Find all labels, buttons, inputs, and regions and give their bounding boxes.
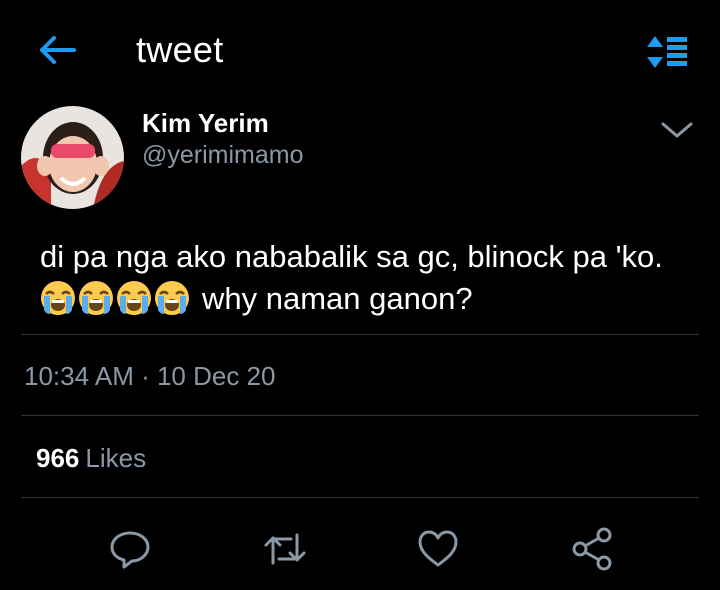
share-button[interactable] xyxy=(568,525,616,573)
share-icon xyxy=(572,527,612,571)
retweet-icon xyxy=(264,533,306,565)
page-title: tweet xyxy=(136,29,224,70)
more-options-button[interactable] xyxy=(660,118,694,142)
loudly-crying-face-icon xyxy=(41,281,75,315)
loudly-crying-face-icon xyxy=(117,281,151,315)
reply-button[interactable] xyxy=(106,525,154,573)
sort-button[interactable] xyxy=(645,34,689,70)
likes-label: Likes xyxy=(85,443,147,473)
chevron-down-icon xyxy=(661,122,693,138)
tweet-text-line1: di pa nga ako nababalik sa gc, blinock p… xyxy=(40,239,663,274)
loudly-crying-face-icon xyxy=(155,281,189,315)
divider xyxy=(21,497,699,498)
emoji-group xyxy=(40,280,190,316)
tweet-timestamp: 10:34 AM · 10 Dec 20 xyxy=(24,361,276,391)
reply-icon xyxy=(110,531,150,569)
heart-icon xyxy=(418,530,458,567)
top-bar: tweet xyxy=(0,0,720,100)
avatar-photo xyxy=(21,106,124,209)
author-handle[interactable]: @yerimimamo xyxy=(142,141,304,170)
divider xyxy=(21,415,699,416)
back-arrow-icon xyxy=(40,36,76,64)
action-bar xyxy=(0,520,720,576)
avatar[interactable] xyxy=(21,106,124,209)
likes-count: 966 xyxy=(36,443,80,473)
like-button[interactable] xyxy=(414,525,462,573)
tweet-text: di pa nga ako nababalik sa gc, blinock p… xyxy=(40,236,700,320)
back-button[interactable] xyxy=(34,30,78,70)
author-name[interactable]: Kim Yerim xyxy=(142,108,269,139)
tweet-text-line2-words: why naman ganon? xyxy=(202,281,473,316)
sort-icon xyxy=(647,36,687,68)
likes-stat[interactable]: 966 Likes xyxy=(36,443,146,474)
divider xyxy=(21,334,699,335)
retweet-button[interactable] xyxy=(261,525,309,573)
loudly-crying-face-icon xyxy=(79,281,113,315)
tweet-text-line2: why naman ganon? xyxy=(40,278,700,320)
